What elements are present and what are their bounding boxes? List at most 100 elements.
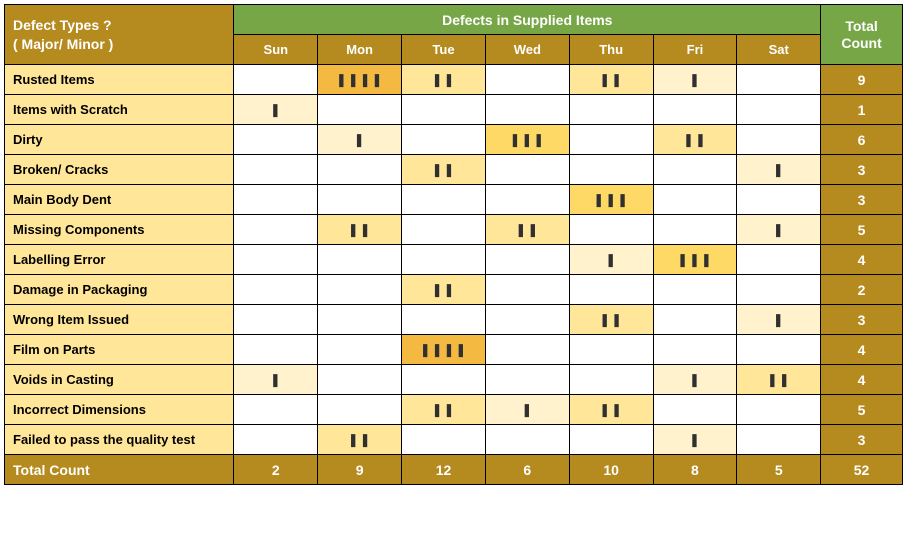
tally-cell bbox=[402, 95, 486, 125]
row-label: Items with Scratch bbox=[5, 95, 234, 125]
tally-cell bbox=[737, 425, 821, 455]
tally-cell bbox=[485, 425, 569, 455]
tally-cell bbox=[234, 275, 318, 305]
tally-cell: ❚❚ bbox=[318, 215, 402, 245]
row-total: 3 bbox=[821, 425, 903, 455]
tally-cell bbox=[653, 395, 737, 425]
row-total: 5 bbox=[821, 395, 903, 425]
tally-cell: ❚ bbox=[485, 395, 569, 425]
tally-cell: ❚ bbox=[653, 365, 737, 395]
tally-cell: ❚❚❚❚ bbox=[402, 335, 486, 365]
row-label: Missing Components bbox=[5, 215, 234, 245]
tally-cell bbox=[569, 95, 653, 125]
row-label: Main Body Dent bbox=[5, 185, 234, 215]
tally-cell bbox=[653, 185, 737, 215]
col-total: 9 bbox=[318, 455, 402, 485]
tally-cell bbox=[402, 425, 486, 455]
tally-cell bbox=[737, 245, 821, 275]
tally-cell bbox=[485, 65, 569, 95]
col-total: 2 bbox=[234, 455, 318, 485]
tally-cell: ❚ bbox=[569, 245, 653, 275]
tally-cell bbox=[485, 185, 569, 215]
row-label: Failed to pass the quality test bbox=[5, 425, 234, 455]
tally-cell bbox=[485, 275, 569, 305]
tally-cell: ❚❚❚ bbox=[653, 245, 737, 275]
tally-cell bbox=[737, 125, 821, 155]
tally-cell bbox=[485, 155, 569, 185]
tally-cell bbox=[234, 335, 318, 365]
table-row: Broken/ Cracks❚❚❚3 bbox=[5, 155, 903, 185]
corner-header: Defect Types ? ( Major/ Minor ) bbox=[5, 5, 234, 65]
tally-cell: ❚ bbox=[737, 155, 821, 185]
col-total: 12 bbox=[402, 455, 486, 485]
defects-table: Defect Types ? ( Major/ Minor ) Defects … bbox=[4, 4, 903, 485]
col-total: 10 bbox=[569, 455, 653, 485]
footer-label: Total Count bbox=[5, 455, 234, 485]
tally-cell bbox=[653, 305, 737, 335]
table-row: Dirty❚❚❚❚❚❚6 bbox=[5, 125, 903, 155]
tally-cell bbox=[318, 245, 402, 275]
table-row: Voids in Casting❚❚❚❚4 bbox=[5, 365, 903, 395]
tally-cell bbox=[653, 275, 737, 305]
tally-cell bbox=[569, 155, 653, 185]
row-label: Voids in Casting bbox=[5, 365, 234, 395]
tally-cell: ❚❚ bbox=[402, 155, 486, 185]
tally-cell bbox=[402, 215, 486, 245]
tally-cell bbox=[569, 275, 653, 305]
tally-cell: ❚❚ bbox=[737, 365, 821, 395]
table-row: Rusted Items❚❚❚❚❚❚❚❚❚9 bbox=[5, 65, 903, 95]
corner-line1: Defect Types ? bbox=[13, 17, 112, 33]
tally-cell bbox=[234, 245, 318, 275]
tally-cell bbox=[569, 335, 653, 365]
tally-cell bbox=[234, 125, 318, 155]
row-total: 2 bbox=[821, 275, 903, 305]
tally-cell: ❚ bbox=[653, 425, 737, 455]
tally-cell: ❚ bbox=[234, 365, 318, 395]
tally-cell: ❚ bbox=[318, 125, 402, 155]
table-row: Failed to pass the quality test❚❚❚3 bbox=[5, 425, 903, 455]
row-label: Wrong Item Issued bbox=[5, 305, 234, 335]
tally-cell bbox=[402, 185, 486, 215]
tally-cell bbox=[234, 65, 318, 95]
tally-cell bbox=[569, 125, 653, 155]
row-total: 4 bbox=[821, 365, 903, 395]
col-total: 6 bbox=[485, 455, 569, 485]
tally-cell bbox=[653, 95, 737, 125]
tally-cell: ❚❚❚❚ bbox=[318, 65, 402, 95]
tally-cell bbox=[318, 185, 402, 215]
table-row: Incorrect Dimensions❚❚❚❚❚5 bbox=[5, 395, 903, 425]
tally-cell: ❚❚ bbox=[402, 395, 486, 425]
tally-cell: ❚❚ bbox=[402, 65, 486, 95]
tally-cell bbox=[569, 215, 653, 245]
table-row: Damage in Packaging ❚❚ 2 bbox=[5, 275, 903, 305]
tally-cell bbox=[653, 155, 737, 185]
tally-cell bbox=[737, 65, 821, 95]
footer-row: Total Count 2 9 12 6 10 8 5 52 bbox=[5, 455, 903, 485]
tally-cell: ❚ bbox=[737, 305, 821, 335]
tally-cell: ❚❚ bbox=[569, 65, 653, 95]
day-header: Tue bbox=[402, 35, 486, 65]
tally-cell: ❚❚ bbox=[485, 215, 569, 245]
col-total: 5 bbox=[737, 455, 821, 485]
row-label: Damage in Packaging bbox=[5, 275, 234, 305]
row-label: Incorrect Dimensions bbox=[5, 395, 234, 425]
tally-cell bbox=[737, 95, 821, 125]
tally-cell bbox=[402, 125, 486, 155]
tally-cell: ❚❚ bbox=[569, 395, 653, 425]
row-total: 1 bbox=[821, 95, 903, 125]
tally-cell: ❚❚ bbox=[402, 275, 486, 305]
tally-cell bbox=[318, 335, 402, 365]
corner-line2: ( Major/ Minor ) bbox=[13, 36, 113, 52]
row-label: Rusted Items bbox=[5, 65, 234, 95]
tally-cell: ❚❚ bbox=[569, 305, 653, 335]
tally-cell bbox=[234, 425, 318, 455]
tally-cell bbox=[485, 335, 569, 365]
tally-cell bbox=[485, 245, 569, 275]
table-row: Main Body Dent❚❚❚3 bbox=[5, 185, 903, 215]
tally-cell: ❚❚❚ bbox=[569, 185, 653, 215]
tally-cell bbox=[318, 275, 402, 305]
tally-cell bbox=[737, 335, 821, 365]
tally-cell: ❚ bbox=[234, 95, 318, 125]
tally-cell bbox=[737, 395, 821, 425]
row-total: 9 bbox=[821, 65, 903, 95]
